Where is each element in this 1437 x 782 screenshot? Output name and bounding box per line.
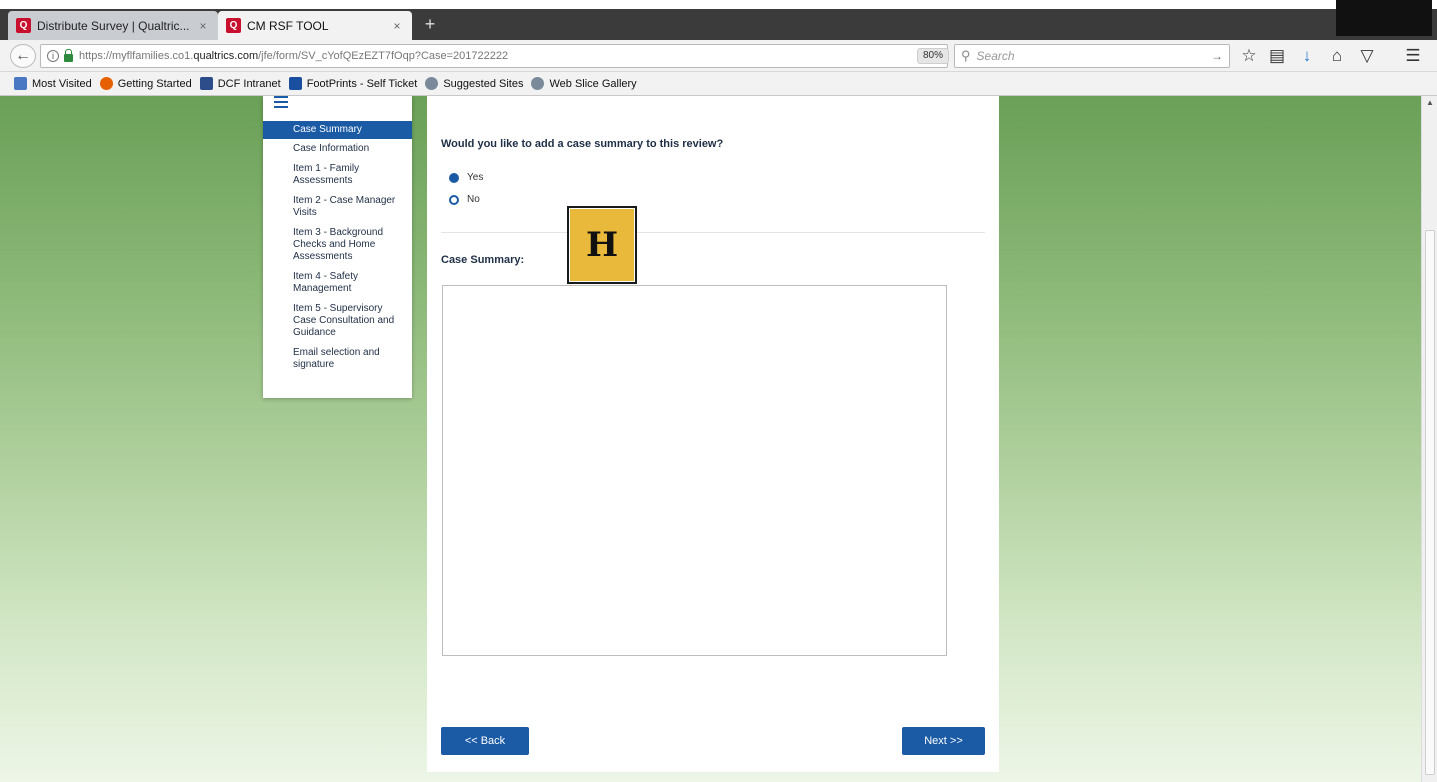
option-yes[interactable]: Yes <box>449 172 483 183</box>
dcf-logo-icon <box>199 77 213 90</box>
nav-item-background-checks[interactable]: Item 3 - Background Checks and Home Asse… <box>263 223 412 267</box>
section-divider <box>441 232 985 233</box>
annotation-marker: H <box>567 206 637 284</box>
survey-form: Would you like to add a case summary to … <box>427 96 999 772</box>
bookmark-dcf-intranet[interactable]: DCF Intranet <box>199 77 281 90</box>
tab-close-icon[interactable]: × <box>388 19 406 33</box>
option-yes-label[interactable]: Yes <box>467 172 483 183</box>
nav-item-case-summary[interactable]: Case Summary <box>263 121 412 139</box>
clipboard-icon[interactable]: ▤ <box>1264 44 1290 68</box>
bookmark-web-slice-gallery[interactable]: Web Slice Gallery <box>531 77 637 90</box>
url-bar[interactable]: i https://myflfamilies.co1.qualtrics.com… <box>40 44 978 68</box>
bookmark-label: Most Visited <box>32 77 92 90</box>
bookmark-footprints[interactable]: FootPrints - Self Ticket <box>288 77 418 90</box>
star-icon[interactable]: ☆ <box>1236 44 1262 68</box>
option-no-label[interactable]: No <box>467 194 480 205</box>
search-go-icon[interactable]: → <box>1211 49 1223 63</box>
qualtrics-favicon-icon: Q <box>226 18 241 33</box>
info-icon[interactable]: i <box>47 50 59 62</box>
nav-item-case-information[interactable]: Case Information <box>263 139 412 159</box>
back-button[interactable]: << Back <box>441 727 529 755</box>
page-content: Case Summary Case Information Item 1 - F… <box>0 96 1437 782</box>
back-arrow-icon: ← <box>15 47 31 64</box>
new-tab-button[interactable]: + <box>420 14 440 34</box>
bookmarks-bar: Most Visited Getting Started DCF Intrane… <box>0 72 1437 96</box>
case-summary-label: Case Summary: <box>441 254 525 266</box>
navigation-toolbar: ← i https://myflfamilies.co1.qualtrics.c… <box>0 40 1437 72</box>
question-text: Would you like to add a case summary to … <box>441 138 724 150</box>
tab-close-icon[interactable]: × <box>194 19 212 33</box>
option-no[interactable]: No <box>449 194 480 205</box>
ie-page-icon <box>425 77 439 90</box>
bookmark-label: Web Slice Gallery <box>549 77 637 90</box>
tab-distribute-survey[interactable]: Q Distribute Survey | Qualtric... × <box>8 11 218 40</box>
nav-item-case-manager-visits[interactable]: Item 2 - Case Manager Visits <box>263 191 412 223</box>
zoom-level-badge[interactable]: 80% <box>917 48 949 64</box>
download-icon[interactable]: ↓ <box>1294 44 1320 68</box>
page-scrollbar[interactable]: ▲ <box>1421 96 1437 782</box>
bookmark-getting-started[interactable]: Getting Started <box>99 77 192 90</box>
search-input[interactable]: ⚲ Search → <box>954 44 1230 68</box>
back-button[interactable]: ← <box>10 44 36 68</box>
hamburger-menu-icon[interactable] <box>274 96 288 108</box>
bookmark-suggested-sites[interactable]: Suggested Sites <box>425 77 523 90</box>
window-controls-area <box>1336 0 1432 36</box>
bookmark-label: Suggested Sites <box>443 77 524 90</box>
next-button[interactable]: Next >> <box>902 727 985 755</box>
pocket-icon[interactable]: ▽ <box>1354 44 1380 68</box>
radio-yes[interactable] <box>449 172 459 183</box>
radio-no[interactable] <box>449 194 459 205</box>
folder-icon <box>14 77 27 90</box>
section-list: Case Summary Case Information Item 1 - F… <box>263 121 412 375</box>
search-placeholder: Search <box>976 49 1015 63</box>
tab-title: Distribute Survey | Qualtric... <box>37 18 190 33</box>
bookmark-label: FootPrints - Self Ticket <box>306 77 418 90</box>
menu-icon[interactable]: ☰ <box>1400 44 1426 68</box>
bookmark-label: DCF Intranet <box>217 77 281 90</box>
window-top-band <box>0 0 1437 9</box>
home-icon[interactable]: ⌂ <box>1324 44 1350 68</box>
qualtrics-favicon-icon: Q <box>16 18 31 33</box>
bookmark-most-visited[interactable]: Most Visited <box>14 77 92 90</box>
scrollbar-thumb[interactable] <box>1425 230 1435 775</box>
firefox-icon <box>99 77 113 90</box>
nav-item-family-assessments[interactable]: Item 1 - Family Assessments <box>263 159 412 191</box>
nav-item-supervisory-consultation[interactable]: Item 5 - Supervisory Case Consultation a… <box>263 299 412 343</box>
tab-strip: Q Distribute Survey | Qualtric... × Q CM… <box>0 0 1437 40</box>
url-text[interactable]: https://myflfamilies.co1.qualtrics.com/j… <box>79 50 508 62</box>
section-navigation-panel: Case Summary Case Information Item 1 - F… <box>263 96 412 398</box>
tab-title: CM RSF TOOL <box>247 18 329 33</box>
lock-icon[interactable] <box>64 48 73 62</box>
bookmark-label: Getting Started <box>117 77 192 90</box>
nav-item-safety-management[interactable]: Item 4 - Safety Management <box>263 267 412 299</box>
tab-cm-rsf-tool[interactable]: Q CM RSF TOOL × <box>218 11 412 40</box>
footprints-icon <box>288 77 302 90</box>
case-summary-textarea[interactable] <box>442 285 947 656</box>
nav-item-email-signature[interactable]: Email selection and signature <box>263 343 412 375</box>
ie-page-icon <box>531 77 545 90</box>
search-icon: ⚲ <box>961 48 971 63</box>
scroll-up-arrow-icon[interactable]: ▲ <box>1426 98 1434 107</box>
